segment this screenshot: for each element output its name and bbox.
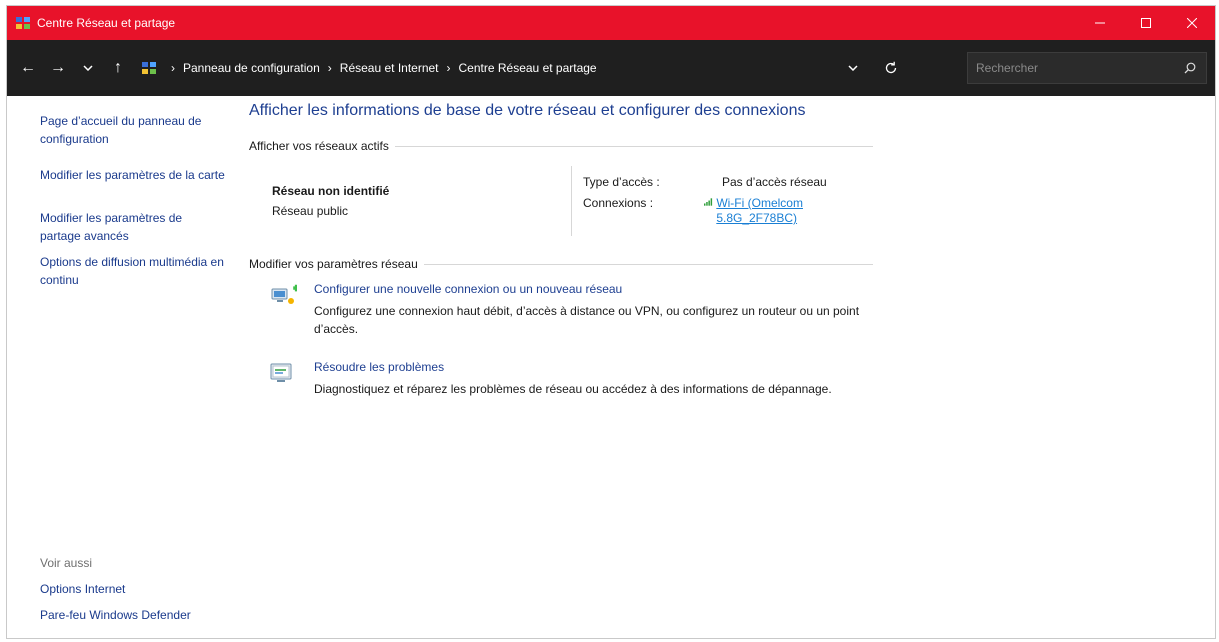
minimize-button[interactable] [1077, 6, 1123, 40]
maximize-icon [1141, 18, 1151, 28]
active-networks-section: Afficher vos réseaux actifs [249, 139, 873, 153]
wifi-connection-link[interactable]: Wi-Fi (Omelcom 5.8G_2F78BC) [704, 196, 842, 226]
forward-button[interactable]: → [43, 52, 73, 84]
troubleshoot-link[interactable]: Résoudre les problèmes [314, 360, 444, 374]
arrow-left-icon: ← [20, 59, 36, 76]
new-connection-link[interactable]: Configurer une nouvelle connexion ou un … [314, 282, 622, 296]
breadcrumb-reseau-internet[interactable]: Réseau et Internet [340, 61, 439, 75]
change-settings-section: Modifier vos paramètres réseau [249, 257, 873, 271]
wifi-signal-icon [704, 198, 713, 206]
control-panel-location-icon [142, 62, 156, 74]
control-panel-window: Centre Réseau et partage ← → ↑ › Panneau… [6, 5, 1216, 639]
breadcrumb-separator: › [171, 61, 175, 75]
window-controls [1077, 6, 1215, 40]
breadcrumb-panneau[interactable]: Panneau de configuration [183, 61, 320, 75]
refresh-icon [885, 61, 897, 74]
maximize-button[interactable] [1123, 6, 1169, 40]
connections-label: Connexions : [583, 196, 654, 210]
title-bar: Centre Réseau et partage [7, 6, 1215, 40]
wifi-connection-label[interactable]: Wi-Fi (Omelcom 5.8G_2F78BC) [716, 196, 842, 226]
window-title: Centre Réseau et partage [37, 16, 176, 30]
section-divider [423, 263, 873, 265]
search-box[interactable] [967, 52, 1207, 84]
sidebar-link-adapter-settings[interactable]: Modifier les paramètres de la carte [40, 166, 225, 184]
close-button[interactable] [1169, 6, 1215, 40]
sidebar-link-advanced-sharing[interactable]: Modifier les paramètres de partage avanc… [40, 209, 225, 245]
network-divider [571, 166, 572, 236]
search-input[interactable] [968, 60, 1178, 76]
arrow-right-icon: → [50, 59, 66, 76]
back-button[interactable]: ← [13, 52, 43, 84]
breadcrumb-separator: › [446, 61, 451, 75]
recent-locations-button[interactable] [73, 52, 103, 84]
address-bar: ← → ↑ › Panneau de configuration › Résea… [7, 40, 1215, 96]
active-networks-label: Afficher vos réseaux actifs [249, 139, 389, 153]
see-also-title: Voir aussi [40, 556, 93, 570]
chevron-down-icon [83, 65, 93, 71]
new-connection-description: Configurez une connexion haut débit, d’a… [314, 304, 860, 336]
up-button[interactable]: ↑ [103, 52, 133, 84]
access-type-value: Pas d’accès réseau [722, 175, 827, 189]
see-also-firewall[interactable]: Pare-feu Windows Defender [40, 606, 225, 624]
breadcrumb[interactable]: › Panneau de configuration › Réseau et I… [141, 52, 925, 84]
breadcrumb-centre-reseau[interactable]: Centre Réseau et partage [459, 61, 597, 75]
arrow-up-icon: ↑ [114, 59, 122, 76]
sidebar: Page d’accueil du panneau de configurati… [7, 96, 237, 638]
see-also-internet-options[interactable]: Options Internet [40, 580, 225, 598]
page-title: Afficher les informations de base de vot… [249, 102, 806, 119]
minimize-icon [1095, 22, 1105, 24]
search-icon[interactable] [1184, 62, 1196, 74]
troubleshoot-description: Diagnostiquez et réparez les problèmes d… [314, 382, 832, 396]
network-name: Réseau non identifié [272, 184, 390, 198]
breadcrumb-separator: › [327, 61, 332, 75]
close-icon [1187, 18, 1197, 28]
main-content: Afficher les informations de base de vot… [249, 96, 1215, 638]
chevron-down-icon [848, 65, 858, 71]
sidebar-link-home[interactable]: Page d’accueil du panneau de configurati… [40, 112, 225, 148]
access-type-label: Type d’accès : [583, 175, 660, 189]
change-settings-label: Modifier vos paramètres réseau [249, 257, 418, 271]
address-history-button[interactable] [841, 58, 865, 78]
section-divider [394, 145, 873, 147]
refresh-button[interactable] [879, 58, 903, 78]
network-profile: Réseau public [272, 204, 349, 218]
control-panel-icon [16, 17, 30, 29]
troubleshoot-icon [270, 363, 292, 382]
sidebar-link-media-streaming[interactable]: Options de diffusion multimédia en conti… [40, 253, 225, 289]
new-connection-icon [271, 284, 297, 304]
